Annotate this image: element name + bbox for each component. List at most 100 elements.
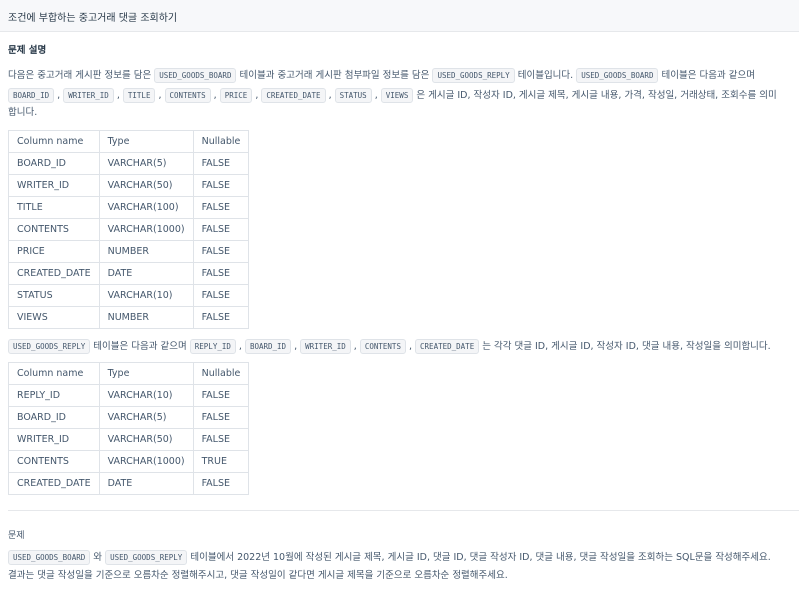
header-column-name: Column name — [8, 362, 100, 385]
cell-type: VARCHAR(5) — [98, 406, 194, 429]
code-col: CREATED_DATE — [415, 339, 480, 354]
code-col: STATUS — [334, 88, 372, 103]
question-text-2: 결과는 댓글 작성일을 기준으로 오름차순 정렬해주시고, 댓글 작성일이 같다… — [8, 570, 508, 581]
cell-column: WRITER_ID — [8, 174, 100, 197]
cell-type: NUMBER — [98, 306, 194, 329]
code-board-table: USED_GOODS_BOARD — [154, 68, 237, 83]
question-title: 문제 — [8, 531, 25, 541]
intro-text-4: 테이블은 다음과 같으며 — [661, 70, 755, 81]
cell-type: VARCHAR(50) — [98, 174, 194, 197]
cell-type: VARCHAR(10) — [98, 284, 194, 307]
cell-column: WRITER_ID — [8, 428, 100, 451]
cell-column: VIEWS — [8, 306, 100, 329]
cell-type: DATE — [98, 262, 194, 285]
reply-desc-text: 는 각각 댓글 ID, 게시글 ID, 작성자 ID, 댓글 내용, 작성일을 … — [482, 341, 771, 352]
cell-nullable: TRUE — [192, 450, 250, 473]
table-row: VIEWS NUMBER FALSE — [8, 306, 250, 329]
cell-nullable: FALSE — [192, 472, 250, 495]
cell-nullable: FALSE — [192, 152, 250, 175]
cell-type: VARCHAR(50) — [98, 428, 194, 451]
board-columns-line: BOARD_ID , WRITER_ID , TITLE , CONTENTS … — [8, 88, 777, 103]
intro-text-2: 테이블과 중고거래 게시판 첨부파일 정보를 담은 — [239, 70, 430, 81]
cell-column: CREATED_DATE — [8, 262, 100, 285]
intro-text-1: 다음은 중고거래 게시판 정보를 담은 — [8, 70, 152, 81]
cell-nullable: FALSE — [192, 284, 250, 307]
cell-nullable: FALSE — [192, 218, 250, 241]
cell-column: CONTENTS — [8, 218, 100, 241]
cell-nullable: FALSE — [192, 196, 250, 219]
question-line-1: USED_GOODS_BOARD 와 USED_GOODS_REPLY 테이블에… — [8, 550, 771, 565]
board-desc-text: 은 게시글 ID, 작성자 ID, 게시글 제목, 게시글 내용, 가격, 작성… — [416, 90, 777, 101]
code-col: BOARD_ID — [244, 339, 292, 354]
question-text-1: 테이블에서 2022년 10월에 작성된 게시글 제목, 게시글 ID, 댓글 … — [190, 552, 771, 563]
code-col: VIEWS — [380, 88, 414, 103]
cell-type: VARCHAR(1000) — [98, 218, 194, 241]
header-column-name: Column name — [8, 130, 100, 153]
table-row: CONTENTS VARCHAR(1000) FALSE — [8, 218, 250, 241]
cell-column: BOARD_ID — [8, 406, 100, 429]
cell-type: VARCHAR(5) — [98, 152, 194, 175]
code-col: BOARD_ID — [8, 88, 55, 103]
cell-nullable: FALSE — [192, 428, 250, 451]
section-divider — [8, 510, 799, 511]
table-header-row: Column name Type Nullable — [8, 130, 250, 153]
code-col: CONTENTS — [164, 88, 211, 103]
cell-nullable: FALSE — [192, 262, 250, 285]
reply-intro-line: USED_GOODS_REPLY 테이블은 다음과 같으며 REPLY_ID ,… — [8, 339, 771, 354]
table-row: CREATED_DATE DATE FALSE — [8, 262, 250, 285]
code-col: TITLE — [122, 88, 156, 103]
table-row: WRITER_ID VARCHAR(50) FALSE — [8, 174, 250, 197]
board-desc-end: 합니다. — [8, 107, 38, 118]
code-board-table: USED_GOODS_BOARD — [8, 550, 91, 565]
cell-column: CONTENTS — [8, 450, 100, 473]
code-col: WRITER_ID — [300, 339, 351, 354]
header-type: Type — [98, 130, 194, 153]
cell-type: DATE — [98, 472, 194, 495]
cell-column: CREATED_DATE — [8, 472, 100, 495]
code-col: WRITER_ID — [63, 88, 114, 103]
reply-intro-text: 테이블은 다음과 같으며 — [93, 341, 187, 352]
page-title: 조건에 부합하는 중고거래 댓글 조회하기 — [8, 13, 178, 24]
reply-schema-table: Column name Type Nullable REPLY_ID VARCHA… — [8, 362, 250, 495]
cell-nullable: FALSE — [192, 384, 250, 407]
table-row: CONTENTS VARCHAR(1000) TRUE — [8, 450, 250, 473]
cell-column: STATUS — [8, 284, 100, 307]
table-row: STATUS VARCHAR(10) FALSE — [8, 284, 250, 307]
code-col: PRICE — [219, 88, 253, 103]
code-reply-table: USED_GOODS_REPLY — [432, 68, 515, 83]
cell-type: VARCHAR(10) — [98, 384, 194, 407]
cell-nullable: FALSE — [192, 240, 250, 263]
cell-nullable: FALSE — [192, 174, 250, 197]
question-and: 와 — [93, 552, 103, 563]
cell-column: PRICE — [8, 240, 100, 263]
cell-nullable: FALSE — [192, 306, 250, 329]
table-row: PRICE NUMBER FALSE — [8, 240, 250, 263]
board-schema-table: Column name Type Nullable BOARD_ID VARCHA… — [8, 130, 250, 329]
table-header-row: Column name Type Nullable — [8, 362, 250, 385]
intro-text-3: 테이블입니다. — [517, 70, 574, 81]
cell-column: TITLE — [8, 196, 100, 219]
description-title: 문제 설명 — [8, 45, 47, 56]
table-row: WRITER_ID VARCHAR(50) FALSE — [8, 428, 250, 451]
cell-column: REPLY_ID — [8, 384, 100, 407]
cell-type: VARCHAR(100) — [98, 196, 194, 219]
cell-type: NUMBER — [98, 240, 194, 263]
code-col: REPLY_ID — [189, 339, 236, 354]
header-nullable: Nullable — [192, 130, 250, 153]
title-bar: 조건에 부합하는 중고거래 댓글 조회하기 — [0, 0, 799, 32]
table-row: CREATED_DATE DATE FALSE — [8, 472, 250, 495]
cell-nullable: FALSE — [192, 406, 250, 429]
header-nullable: Nullable — [192, 362, 250, 385]
table-row: BOARD_ID VARCHAR(5) FALSE — [8, 152, 250, 175]
table-row: TITLE VARCHAR(100) FALSE — [8, 196, 250, 219]
table-row: BOARD_ID VARCHAR(5) FALSE — [8, 406, 250, 429]
code-board-table-2: USED_GOODS_BOARD — [576, 68, 659, 83]
cell-type: VARCHAR(1000) — [98, 450, 194, 473]
header-type: Type — [98, 362, 194, 385]
code-col: CREATED_DATE — [261, 88, 326, 103]
table-row: REPLY_ID VARCHAR(10) FALSE — [8, 384, 250, 407]
code-reply-table: USED_GOODS_REPLY — [105, 550, 188, 565]
code-col: CONTENTS — [359, 339, 406, 354]
intro-line-1: 다음은 중고거래 게시판 정보를 담은 USED_GOODS_BOARD 테이블… — [8, 68, 755, 83]
code-reply-table: USED_GOODS_REPLY — [8, 339, 91, 354]
